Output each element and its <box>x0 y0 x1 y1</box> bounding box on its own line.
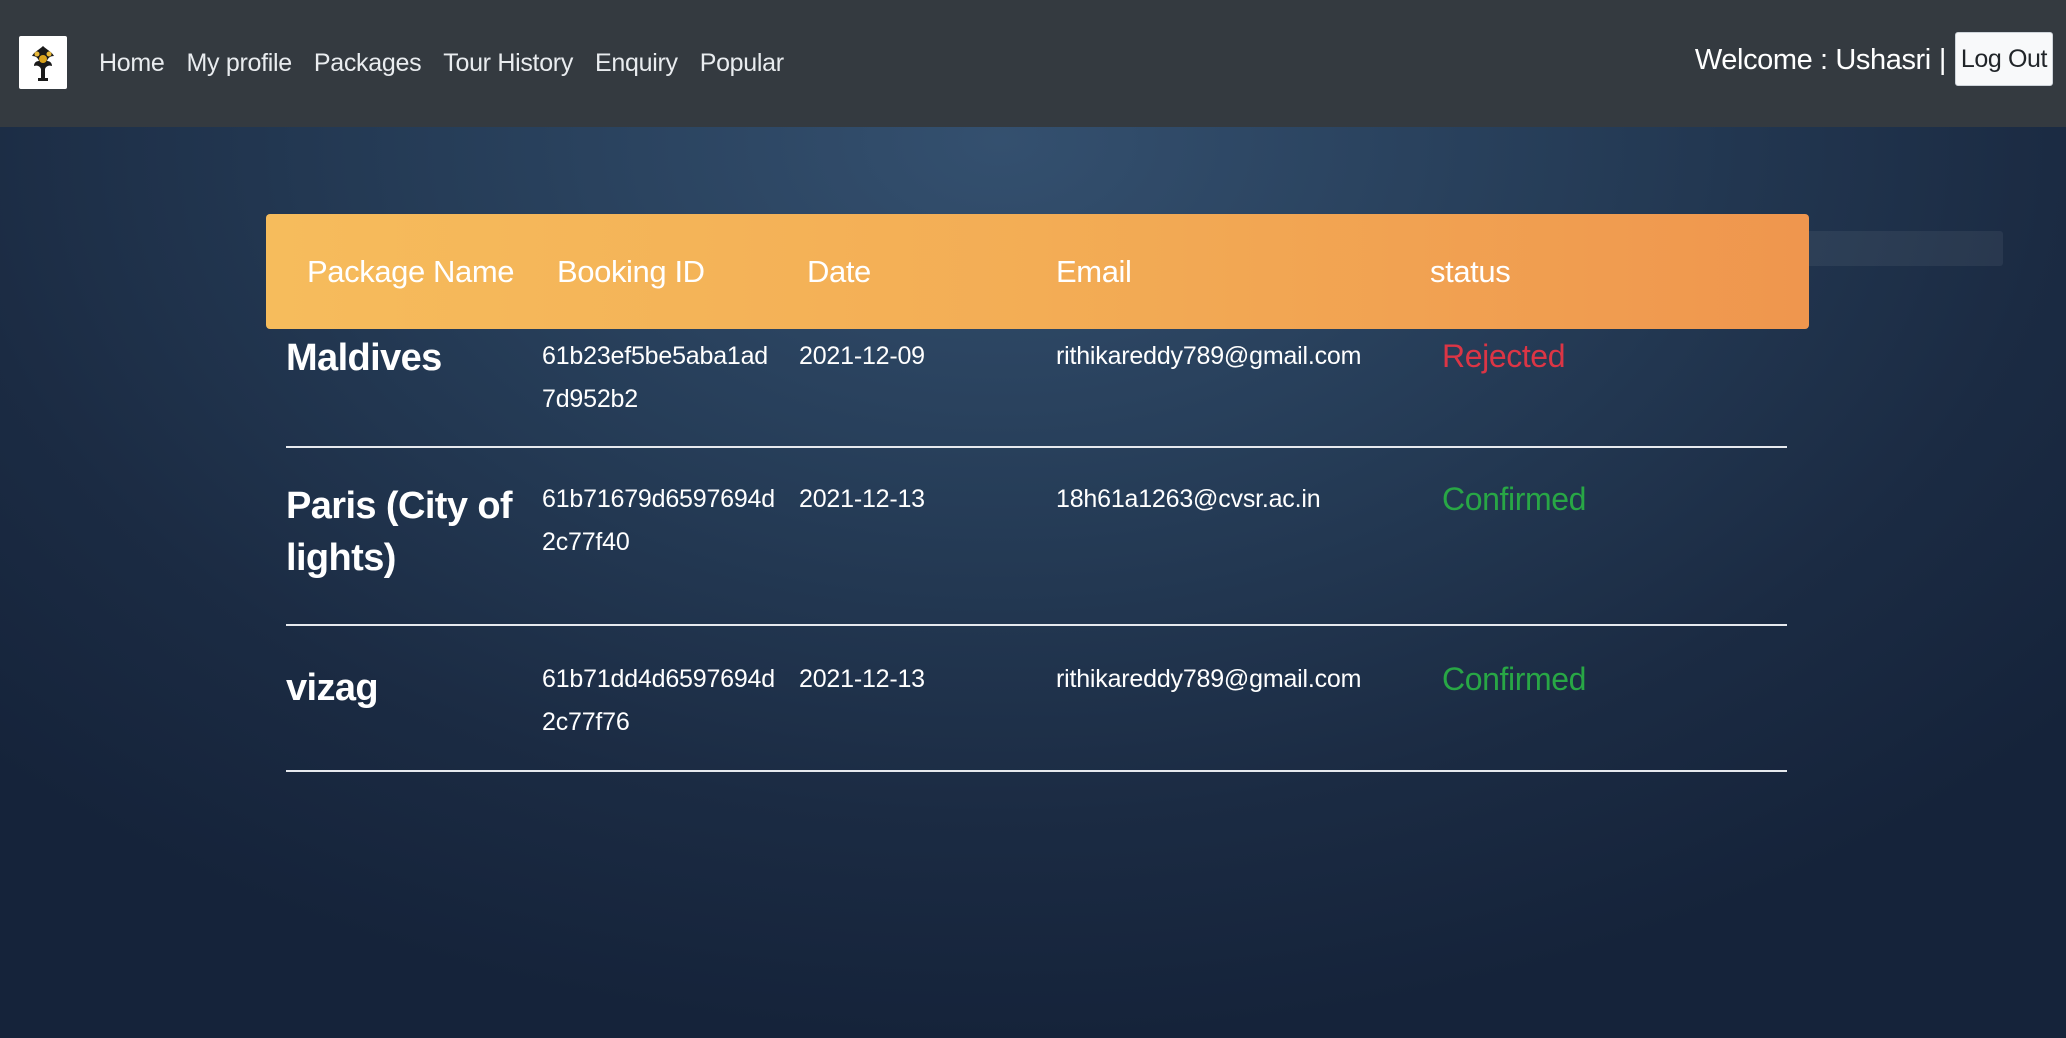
nav-link-enquiry[interactable]: Enquiry <box>595 49 678 78</box>
booking-id: 61b23ef5be5aba1ad7d952b2 <box>542 342 769 413</box>
faint-overlay-element <box>1790 231 2003 266</box>
booking-id: 61b71679d6597694d2c77f40 <box>542 485 775 556</box>
header-email: Email <box>1056 253 1132 289</box>
booking-email: rithikareddy789@gmail.com <box>1056 665 1362 693</box>
status-badge: Rejected <box>1442 338 1566 374</box>
header-package-name: Package Name <box>307 253 515 289</box>
table-row: vizag 61b71dd4d6597694d2c77f76 2021-12-1… <box>286 626 1787 772</box>
header-date: Date <box>807 253 871 289</box>
booking-date: 2021-12-13 <box>799 665 925 693</box>
status-badge: Confirmed <box>1442 661 1587 697</box>
welcome-text: Welcome : Ushasri | <box>1694 0 1947 120</box>
top-navbar: Home My profile Packages Tour History En… <box>0 0 2066 127</box>
row-divider <box>286 770 1787 772</box>
table-header: Package Name Booking ID Date Email statu… <box>266 214 1809 329</box>
booking-email: rithikareddy789@gmail.com <box>1056 342 1362 370</box>
table-row: Paris (City of lights) 61b71679d6597694d… <box>286 448 1787 626</box>
booking-id: 61b71dd4d6597694d2c77f76 <box>542 665 775 736</box>
booking-email: 18h61a1263@cvsr.ac.in <box>1056 485 1321 513</box>
header-status: status <box>1430 253 1511 289</box>
package-name: Paris (City of lights) <box>286 485 513 579</box>
nav-link-packages[interactable]: Packages <box>314 49 422 78</box>
nav-link-popular[interactable]: Popular <box>700 49 784 78</box>
booking-date: 2021-12-09 <box>799 342 925 370</box>
welcome-label: Welcome : Ushasri <box>1694 43 1931 76</box>
booking-date: 2021-12-13 <box>799 485 925 513</box>
nav-links: Home My profile Packages Tour History En… <box>99 0 806 127</box>
table-row: Maldives 61b23ef5be5aba1ad7d952b2 2021-1… <box>286 332 1787 448</box>
status-badge: Confirmed <box>1442 481 1587 517</box>
site-logo[interactable] <box>19 36 67 89</box>
package-name: Maldives <box>286 337 442 379</box>
package-name: vizag <box>286 667 379 709</box>
nav-link-my-profile[interactable]: My profile <box>187 49 293 78</box>
header-booking-id: Booking ID <box>557 253 705 289</box>
logout-button[interactable]: Log Out <box>1955 32 2053 86</box>
welcome-separator: | <box>1938 43 1947 76</box>
nav-link-tour-history[interactable]: Tour History <box>443 49 573 78</box>
nav-link-home[interactable]: Home <box>99 49 165 78</box>
logo-icon <box>32 45 54 81</box>
